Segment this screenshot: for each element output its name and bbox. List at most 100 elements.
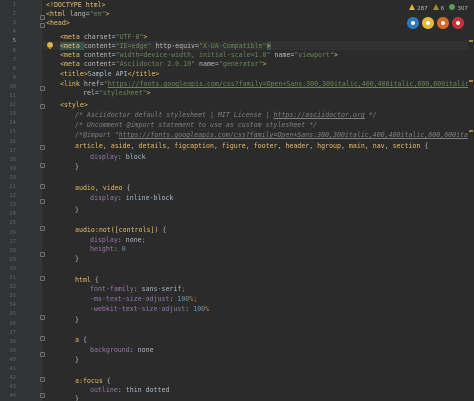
code-line-32: } (75, 316, 79, 324)
code-line-15: article, aside, details, figcaption, fig… (75, 142, 429, 150)
line-number: 26 (9, 229, 16, 236)
scroll-marker[interactable] (469, 40, 473, 42)
line-number: 9 (12, 74, 16, 81)
line-number: 37 (9, 329, 16, 336)
line-number: 31 (9, 275, 16, 281)
fold-marker-icon[interactable] (40, 377, 45, 382)
fold-marker-icon[interactable] (40, 145, 45, 150)
code-line-19: audio, video { (75, 184, 131, 192)
fold-marker-icon[interactable] (40, 199, 45, 204)
code-line-17: } (75, 163, 79, 171)
edge-icon[interactable] (407, 17, 419, 29)
line-number: 30 (9, 265, 16, 272)
code-line-28: html { (75, 276, 99, 284)
scroll-marker[interactable] (469, 80, 473, 82)
line-number: 23 (9, 202, 16, 209)
fold-marker-icon[interactable] (40, 252, 45, 257)
fold-marker-icon[interactable] (40, 163, 45, 168)
line-number: 12 (9, 102, 16, 109)
code-line-31: -webkit-text-size-adjust: 100% (90, 305, 210, 313)
line-number: 11 (9, 93, 16, 99)
code-line-9: <link href="https://fonts.googleapis.com… (60, 80, 474, 88)
chrome-icon[interactable] (422, 17, 434, 29)
line-number: 19 (9, 165, 16, 172)
line-number: 21 (9, 184, 16, 190)
line-number: 4 (12, 29, 16, 36)
fold-marker-icon[interactable] (40, 315, 45, 320)
fold-marker-icon[interactable] (40, 336, 45, 341)
line-number: 16 (9, 138, 16, 145)
code-line-4: <meta charset="UTF-8"> (60, 33, 148, 41)
code-line-38: a:focus { (75, 377, 111, 385)
code-line-14: /*@import "https://fonts.googleapis.com/… (75, 131, 474, 139)
code-line-26: } (75, 255, 79, 263)
line-number: 7 (12, 56, 16, 63)
fold-marker-icon[interactable] (40, 104, 45, 109)
fold-marker-icon[interactable] (40, 352, 45, 357)
line-number: 25 (9, 220, 16, 227)
line-number: 32 (9, 284, 16, 291)
code-line-23: audio:not([controls]) { (75, 226, 167, 234)
line-number: 20 (9, 174, 16, 181)
fold-marker-icon[interactable] (40, 276, 45, 281)
code-line-30: -ms-text-size-adjust: 100%; (90, 295, 198, 303)
code-line-6: <meta content="width=device-width, initi… (60, 51, 338, 59)
fold-marker-icon[interactable] (40, 226, 45, 231)
line-number: 10 (9, 83, 16, 90)
code-line-25: height: 0 (90, 245, 126, 253)
weak-warnings-indicator[interactable]: 6 (432, 3, 444, 12)
vertical-scrollbar[interactable] (468, 0, 474, 401)
code-line-21: } (75, 206, 79, 214)
code-line-5: <meta content="IE=edge" http-equiv="X-UA… (60, 42, 271, 50)
line-number: 24 (9, 211, 16, 218)
code-line-2: <html lang="en"> (46, 10, 110, 18)
line-number: 34 (9, 302, 16, 309)
fold-marker-icon[interactable] (40, 184, 45, 189)
line-number: 6 (12, 47, 16, 54)
code-line-24: display: none; (90, 236, 146, 244)
code-line-13: /* Uncomment @import statement to use as… (75, 121, 318, 129)
code-line-40: } (75, 395, 79, 401)
fold-marker-icon[interactable] (40, 23, 45, 28)
warnings-indicator[interactable]: 287 (409, 3, 428, 12)
scroll-marker[interactable] (469, 130, 473, 132)
fold-marker-icon[interactable] (40, 393, 45, 398)
code-line-36: } (75, 356, 79, 364)
code-line-34: a { (75, 336, 87, 344)
inspection-widget[interactable]: 287 6 307 (409, 3, 468, 12)
code-line-7: <meta content="Asciidoctor 2.0.10" name=… (60, 60, 267, 68)
line-number: 15 (9, 129, 16, 136)
typos-indicator[interactable]: 307 (449, 3, 468, 12)
line-number: 3 (12, 20, 16, 27)
line-number: 33 (9, 293, 16, 300)
line-number-gutter[interactable]: 1 2 3 4 5 6 7 8 9 10 11 12 13 14 15 16 17 18 19 20 21 22 23 24 2… (0, 0, 45, 401)
line-number: 44 (9, 393, 16, 400)
line-number: 18 (9, 156, 16, 163)
code-line-35: background: none (90, 346, 154, 354)
code-line-1: <!DOCTYPE html> (46, 1, 106, 9)
code-line-20: display: inline-block (90, 194, 174, 202)
fold-marker-icon[interactable] (40, 86, 45, 91)
warning-icon (409, 3, 416, 10)
line-number: 41 (9, 366, 16, 372)
line-number: 1 (12, 2, 16, 8)
code-editor[interactable]: 1 2 3 4 5 6 7 8 9 10 11 12 13 14 15 16 17 18 19 20 21 22 23 24 2… (0, 0, 474, 401)
line-number: 27 (9, 238, 16, 245)
line-number: 29 (9, 256, 16, 263)
code-line-3: <head> (46, 19, 70, 27)
firefox-icon[interactable] (437, 17, 449, 29)
line-number: 22 (9, 193, 16, 200)
line-number: 28 (9, 247, 16, 254)
code-line-12: /* Asciidoctor default stylesheet | MIT … (75, 111, 377, 119)
code-line-8: <title>Sample API</title> (60, 70, 160, 78)
line-number: 42 (9, 375, 16, 382)
code-line-11: <style> (60, 101, 88, 109)
code-area[interactable]: <!DOCTYPE html> <html lang="en"> <head> … (46, 0, 474, 401)
line-number: 39 (9, 347, 16, 354)
fold-marker-icon[interactable] (40, 15, 45, 20)
line-number: 43 (9, 384, 16, 391)
opera-icon[interactable] (452, 17, 464, 29)
line-number: 36 (9, 320, 16, 327)
code-line-39: outline: thin dotted (90, 386, 170, 394)
line-number: 17 (9, 147, 16, 154)
